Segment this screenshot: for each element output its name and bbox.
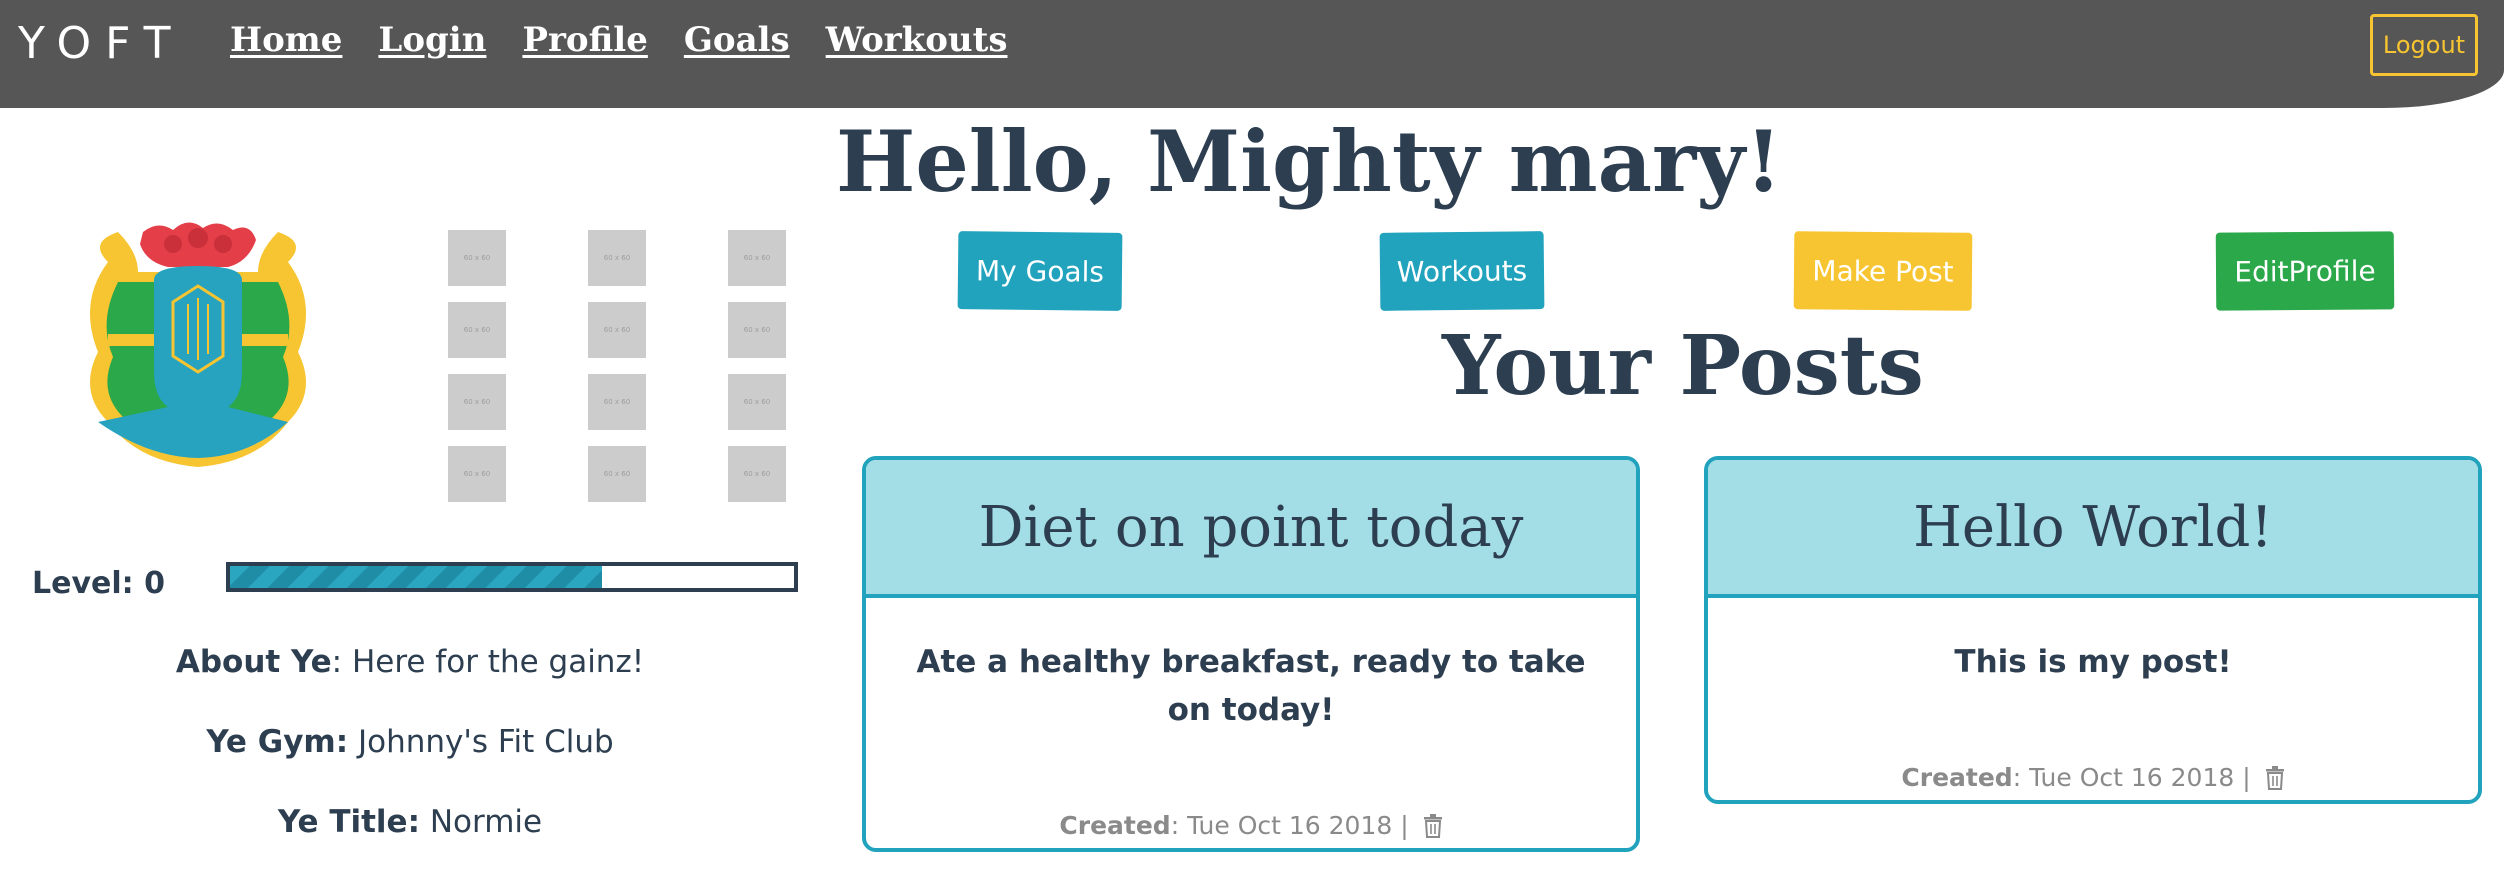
title-value: Normie xyxy=(419,804,543,840)
badge-placeholder: 60 x 60 xyxy=(448,446,506,502)
knight-crest-icon xyxy=(90,222,306,467)
gym-line: Ye Gym: Johnny's Fit Club xyxy=(0,724,820,760)
gym-label: Ye Gym: xyxy=(206,724,349,760)
level-progress-bar xyxy=(226,562,798,592)
nav-link-profile[interactable]: Profile xyxy=(522,20,647,60)
brand-logo[interactable]: YOFT xyxy=(18,18,185,69)
nav-link-home[interactable]: Home xyxy=(230,20,342,60)
nav-link-workouts[interactable]: Workouts xyxy=(826,20,1008,60)
post-body: Ate a healthy breakfast, ready to take o… xyxy=(916,644,1586,728)
badge-placeholder: 60 x 60 xyxy=(448,374,506,430)
post-card: Hello World! This is my post! Created: T… xyxy=(1704,456,2482,804)
post-title: Hello World! xyxy=(1708,460,2478,598)
workouts-button[interactable]: Workouts xyxy=(1379,231,1545,311)
my-goals-button[interactable]: My Goals xyxy=(957,231,1123,311)
trash-icon[interactable] xyxy=(2265,766,2285,790)
badge-placeholder: 60 x 60 xyxy=(588,302,646,358)
badge-placeholder: 60 x 60 xyxy=(728,230,786,286)
post-card: Diet on point today Ate a healthy breakf… xyxy=(862,456,1640,852)
level-label: Level: 0 xyxy=(32,566,165,601)
trash-icon[interactable] xyxy=(1423,814,1443,838)
badge-placeholder: 60 x 60 xyxy=(728,374,786,430)
gym-value: Johnny's Fit Club xyxy=(348,724,614,760)
post-body: This is my post! xyxy=(1954,644,2232,680)
about-label: About Ye xyxy=(175,644,332,680)
badge-placeholder: 60 x 60 xyxy=(588,374,646,430)
post-title: Diet on point today xyxy=(866,460,1636,598)
badge-placeholder: 60 x 60 xyxy=(728,302,786,358)
edit-profile-button[interactable]: EditProfile xyxy=(2215,231,2395,311)
badge-placeholder: 60 x 60 xyxy=(588,446,646,502)
about-line: About Ye: Here for the gainz! xyxy=(0,644,820,680)
nav-link-login[interactable]: Login xyxy=(378,20,486,60)
created-label: Created xyxy=(1059,811,1171,840)
badge-placeholder: 60 x 60 xyxy=(728,446,786,502)
nav-link-goals[interactable]: Goals xyxy=(684,20,790,60)
nav-links: Home Login Profile Goals Workouts xyxy=(230,20,1007,60)
posts-heading: Your Posts xyxy=(1442,318,1924,414)
created-date: : Tue Oct 16 2018 | xyxy=(1170,811,1409,840)
title-label: Ye Title: xyxy=(277,804,420,840)
badge-placeholder: 60 x 60 xyxy=(588,230,646,286)
make-post-button[interactable]: Make Post xyxy=(1793,231,1973,311)
created-date: : Tue Oct 16 2018 | xyxy=(2012,763,2251,792)
badge-placeholder: 60 x 60 xyxy=(448,230,506,286)
badge-grid: 60 x 60 60 x 60 60 x 60 60 x 60 60 x 60 … xyxy=(448,230,786,502)
level-progress-fill xyxy=(230,566,603,588)
about-value: : Here for the gainz! xyxy=(331,644,645,680)
post-footer: Created: Tue Oct 16 2018 | xyxy=(866,811,1636,840)
page-title: Hello, Mighty mary! xyxy=(836,112,1782,211)
badge-placeholder: 60 x 60 xyxy=(448,302,506,358)
title-line: Ye Title: Normie xyxy=(0,804,820,840)
created-label: Created xyxy=(1901,763,2013,792)
post-footer: Created: Tue Oct 16 2018 | xyxy=(1708,763,2478,792)
navbar: YOFT Home Login Profile Goals Workouts L… xyxy=(0,0,2504,108)
logout-button[interactable]: Logout xyxy=(2370,14,2478,76)
page: YOFT Home Login Profile Goals Workouts L… xyxy=(0,0,2504,874)
